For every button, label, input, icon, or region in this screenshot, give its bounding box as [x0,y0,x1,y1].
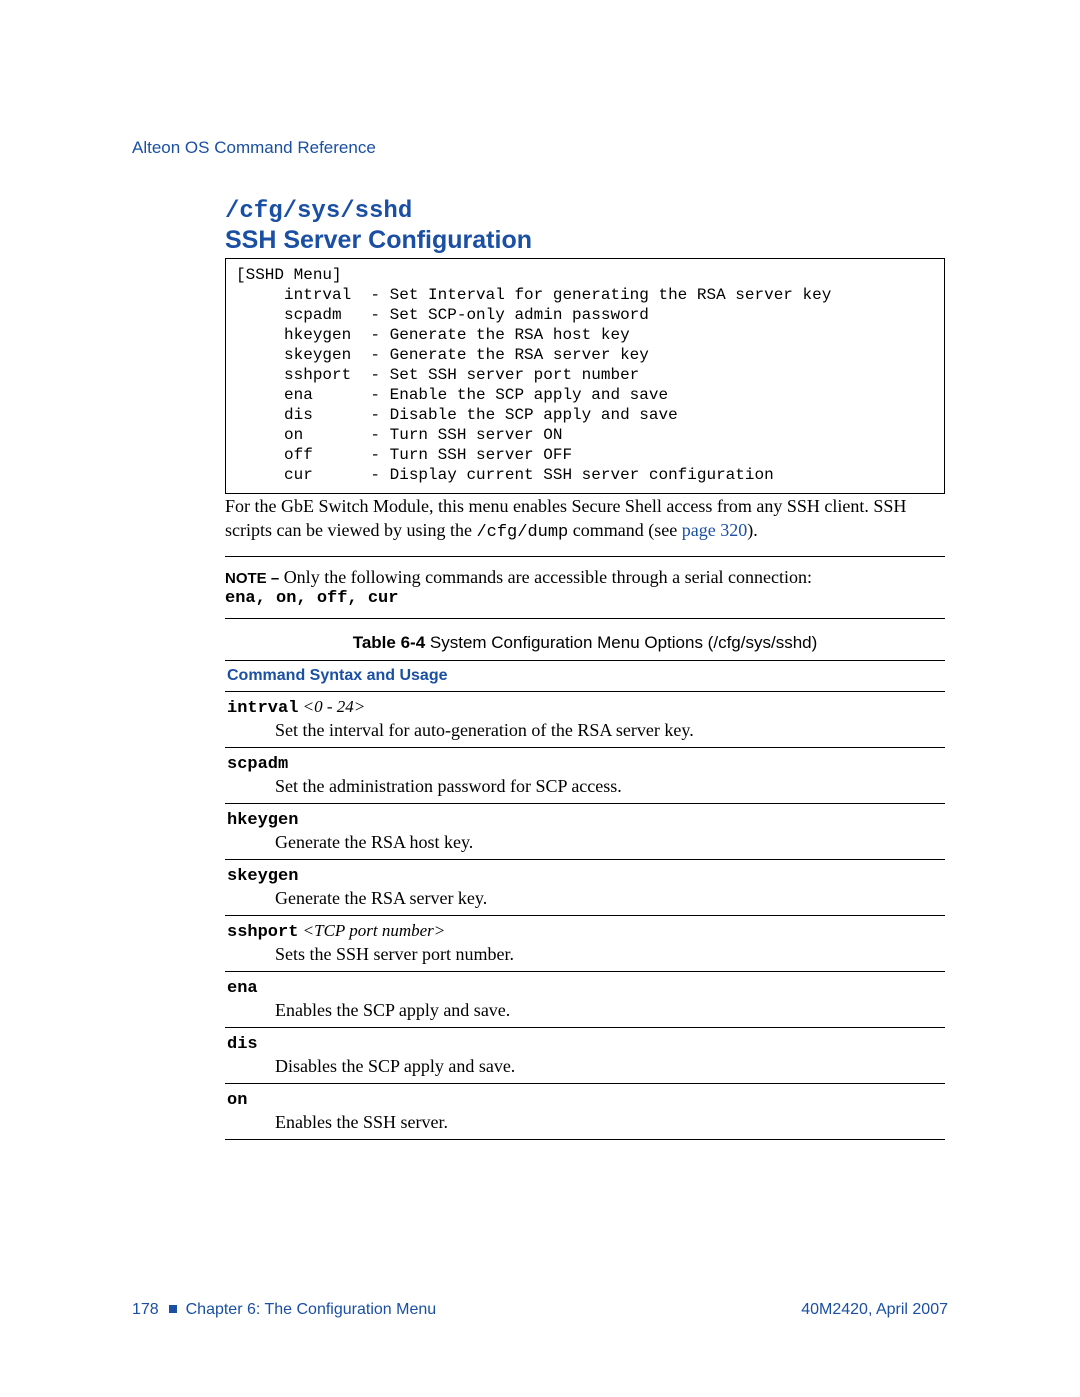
command-table-header: Command Syntax and Usage [225,660,945,692]
title-main: SSH Server Configuration [225,226,945,255]
cmd-syntax: dis [227,1035,258,1054]
cmd-desc: Set the interval for auto-generation of … [275,720,945,741]
cmd-desc: Disables the SCP apply and save. [275,1056,945,1077]
cmd-arg: <0 - 24> [298,697,365,716]
note-body: Only the following commands are accessib… [279,567,812,587]
table-row: on Enables the SSH server. [225,1084,945,1140]
cmd-syntax: skeygen [227,867,298,886]
note-block: NOTE – Only the following commands are a… [225,556,945,619]
intro-paragraph: For the GbE Switch Module, this menu ena… [225,494,945,545]
page: Alteon OS Command Reference /cfg/sys/ssh… [0,0,1080,1397]
table-row: intrval <0 - 24> Set the interval for au… [225,692,945,748]
cmd-syntax: sshport [227,923,298,942]
footer-right: 40M2420, April 2007 [801,1301,948,1319]
table-row: scpadm Set the administration password f… [225,748,945,804]
footer-left: 178 Chapter 6: The Configuration Menu [132,1301,436,1319]
cmd-syntax: scpadm [227,755,288,774]
note-label: NOTE – [225,570,279,587]
cmd-syntax: hkeygen [227,811,298,830]
cmd-desc: Generate the RSA host key. [275,832,945,853]
cmd-desc: Sets the SSH server port number. [275,944,945,965]
cmd-syntax: on [227,1091,247,1110]
title-path: /cfg/sys/sshd [225,198,945,226]
footer-square-icon [169,1305,177,1313]
cmd-desc: Set the administration password for SCP … [275,776,945,797]
note-rule-top [225,556,945,557]
cmd-desc: Generate the RSA server key. [275,888,945,909]
table-row: skeygen Generate the RSA server key. [225,860,945,916]
title-block: /cfg/sys/sshd SSH Server Configuration [225,198,945,254]
para-mid: command (see [568,520,681,540]
cmd-arg: <TCP port number> [298,921,445,940]
table-row: ena Enables the SCP apply and save. [225,972,945,1028]
cmd-syntax: intrval [227,699,298,718]
note-commands: ena, on, off, cur [225,589,945,608]
para-post: ). [747,520,758,540]
command-table: Command Syntax and Usage intrval <0 - 24… [225,660,945,1140]
table-caption-rest: System Configuration Menu Options (/cfg/… [425,633,817,652]
footer-chapter: Chapter 6: The Configuration Menu [186,1301,437,1318]
para-mono: /cfg/dump [476,523,568,542]
cmd-syntax: ena [227,979,258,998]
note-text: NOTE – Only the following commands are a… [225,565,945,589]
table-row: hkeygen Generate the RSA host key. [225,804,945,860]
sshd-menu-codebox: [SSHD Menu] intrval - Set Interval for g… [225,258,945,494]
table-row: dis Disables the SCP apply and save. [225,1028,945,1084]
table-caption: Table 6-4 System Configuration Menu Opti… [225,633,945,653]
running-header: Alteon OS Command Reference [132,138,376,158]
cmd-desc: Enables the SSH server. [275,1112,945,1133]
table-row: sshport <TCP port number> Sets the SSH s… [225,916,945,972]
note-rule-bottom [225,618,945,619]
table-caption-bold: Table 6-4 [353,633,425,652]
page-link-320[interactable]: page 320 [682,520,747,540]
cmd-desc: Enables the SCP apply and save. [275,1000,945,1021]
footer-page-number: 178 [132,1301,159,1318]
